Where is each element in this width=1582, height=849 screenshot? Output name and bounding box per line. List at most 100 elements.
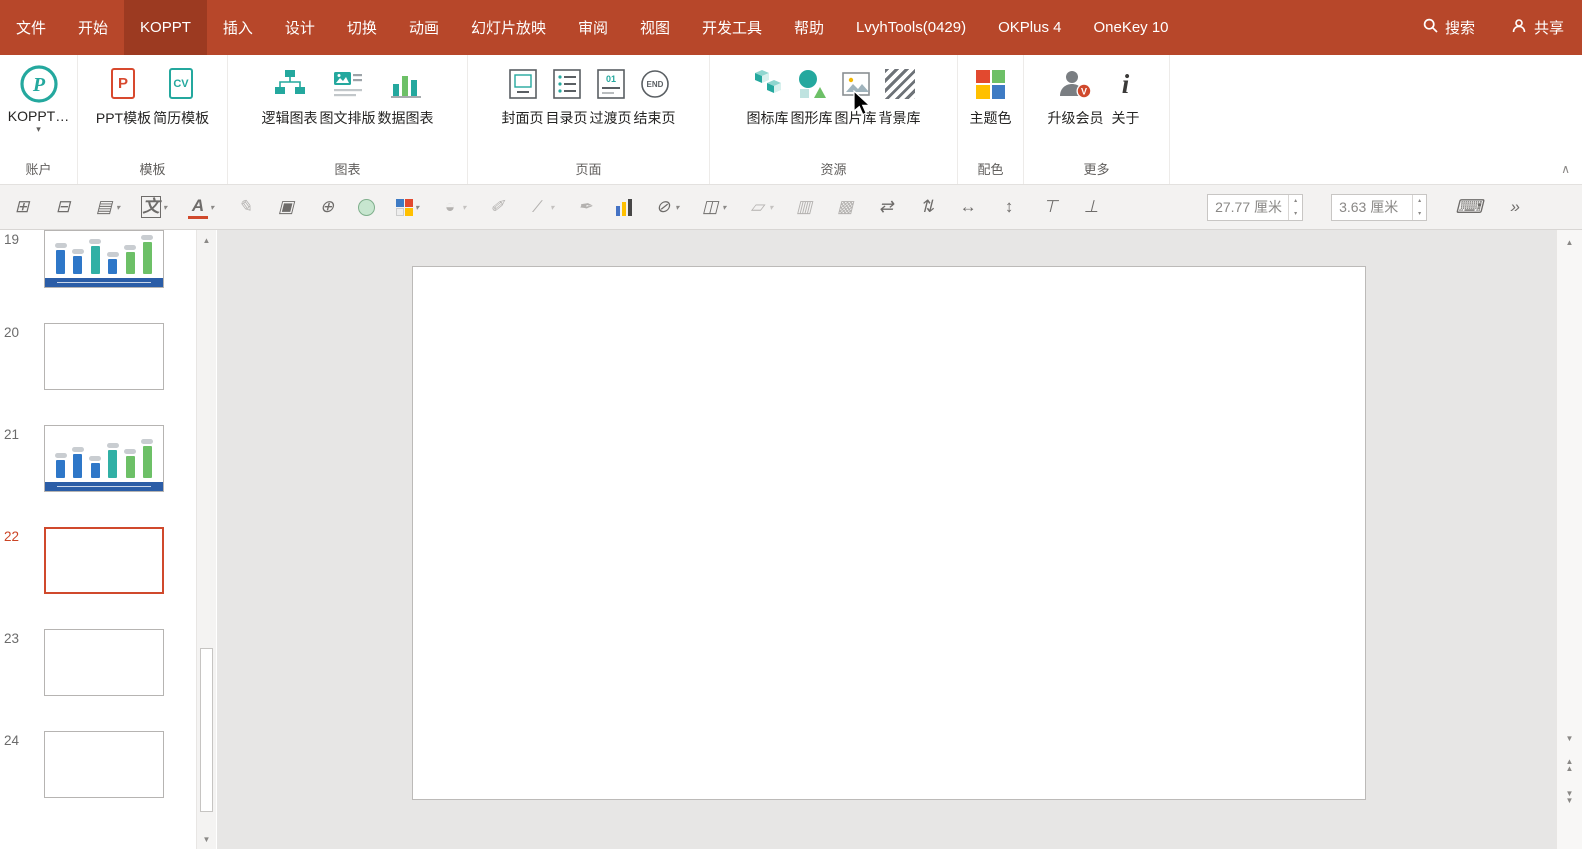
tab-slideshow[interactable]: 幻灯片放映	[455, 0, 562, 55]
swap-size-button[interactable]: ⇅	[917, 197, 937, 217]
tab-design[interactable]: 设计	[269, 0, 331, 55]
width-spinner[interactable]: ▴ ▾	[1288, 194, 1302, 220]
end-page-button[interactable]: END 结束页	[633, 61, 677, 130]
text-format-button[interactable]: 文 ▾	[141, 196, 167, 218]
tab-view[interactable]: 视图	[624, 0, 686, 55]
color-palette-button[interactable]: ▾	[396, 198, 419, 216]
text-box-icon: ▤	[95, 197, 113, 216]
height-spinner[interactable]: ▴ ▾	[1412, 194, 1426, 220]
toolbar-overflow-button[interactable]: »	[1511, 197, 1520, 217]
fill-color-button[interactable]: ◒ ▾	[440, 197, 466, 217]
ribbon-group-pages: 封面页 目录页 01 过渡页 END 结束页 页面	[468, 55, 710, 184]
picture-icon	[836, 63, 876, 105]
line-color-icon: ∕	[536, 197, 540, 216]
picture-paste-icon: ▣	[278, 197, 295, 216]
format-painter-button[interactable]: ✎	[235, 197, 255, 217]
bring-forward-button[interactable]: ▥	[794, 197, 814, 217]
about-button[interactable]: i 关于	[1105, 61, 1147, 130]
share-person-icon	[1511, 18, 1527, 38]
slide-thumbnail-20[interactable]	[44, 323, 164, 390]
tab-lvyhtools[interactable]: LvyhTools(0429)	[840, 0, 982, 55]
group-label-pages: 页面	[575, 162, 602, 177]
distribute-objects-icon: ⊟	[55, 197, 71, 216]
chevron-down-icon: ▾	[116, 202, 121, 212]
transition-page-button[interactable]: 01 过渡页	[589, 61, 633, 130]
chart-colors-button[interactable]	[616, 198, 633, 216]
logic-chart-button[interactable]: 逻辑图表	[261, 61, 319, 130]
bring-forward-icon: ▥	[796, 197, 813, 216]
pin-button[interactable]: ⊕	[317, 197, 337, 217]
cover-page-icon	[503, 63, 543, 105]
chart-colors-icon	[616, 198, 633, 216]
tab-review[interactable]: 审阅	[562, 0, 624, 55]
tab-home[interactable]: 开始	[62, 0, 124, 55]
same-width-button[interactable]: ↔	[958, 197, 978, 217]
scrollbar-thumb[interactable]	[200, 648, 213, 812]
slide-thumbnail-24[interactable]	[44, 731, 164, 798]
slide-thumbnail-23[interactable]	[44, 629, 164, 696]
current-slide-blank[interactable]	[412, 266, 1366, 800]
tab-developer[interactable]: 开发工具	[686, 0, 778, 55]
text-box-button[interactable]: ▤ ▾	[94, 197, 120, 217]
distribute-objects-button[interactable]: ⊟	[53, 197, 73, 217]
koppt-account-button[interactable]: P KOPPT… ▾	[7, 61, 70, 135]
picture-paste-button[interactable]: ▣	[276, 197, 296, 217]
slide-thumbnail-21[interactable]	[44, 425, 164, 492]
button-label: 背景库	[878, 110, 921, 126]
keyboard-button[interactable]: ⌨	[1455, 196, 1482, 219]
line-color-button[interactable]: ∕ ▾	[528, 197, 554, 217]
ppt-template-button[interactable]: P PPT模板	[95, 61, 152, 130]
shape-fill-swatch-button[interactable]	[358, 198, 376, 216]
thumbnail-panel-scrollbar[interactable]: ▲ ▼	[196, 230, 216, 849]
share-button[interactable]: 共享	[1493, 0, 1582, 55]
shape-library-button[interactable]: 图形库	[790, 61, 834, 130]
no-fill-icon: ⊘	[655, 197, 671, 216]
tab-file[interactable]: 文件	[0, 0, 62, 55]
send-backward-button[interactable]: ▩	[835, 197, 855, 217]
background-library-button[interactable]: 背景库	[878, 61, 922, 130]
slide-thumbnail-19[interactable]	[44, 230, 164, 288]
upgrade-member-button[interactable]: V 升级会员	[1047, 61, 1105, 130]
eyedropper-button[interactable]: ✐	[487, 197, 507, 217]
slide-thumbnail-22[interactable]	[44, 527, 164, 594]
tab-help[interactable]: 帮助	[778, 0, 840, 55]
no-fill-button[interactable]: ⊘ ▾	[653, 197, 679, 217]
previous-slide-button[interactable]: ▲ ▲	[1557, 758, 1582, 773]
scroll-up-arrow[interactable]: ▲	[1557, 234, 1582, 250]
layout-chart-button[interactable]: 图文排版	[319, 61, 377, 130]
koppt-logo-icon: P	[19, 63, 59, 105]
align-bottom-button[interactable]: ⊥	[1081, 197, 1101, 217]
data-chart-button[interactable]: 数据图表	[377, 61, 435, 130]
theme-color-button[interactable]: 主题色	[969, 61, 1013, 130]
scroll-down-arrow[interactable]: ▼	[197, 831, 216, 847]
ink-eyedropper-button[interactable]: ✒	[575, 197, 595, 217]
align-top-button[interactable]: ⊤	[1040, 197, 1060, 217]
font-color-button[interactable]: A ▾	[188, 196, 214, 219]
merge-shapes-button[interactable]: ◫ ▾	[700, 197, 726, 217]
tab-okplus[interactable]: OKPlus 4	[982, 0, 1077, 55]
tab-onekey[interactable]: OneKey 10	[1077, 0, 1184, 55]
tab-koppt[interactable]: KOPPT	[124, 0, 207, 55]
scroll-down-arrow[interactable]: ▼	[1557, 730, 1582, 746]
cover-page-button[interactable]: 封面页	[501, 61, 545, 130]
scroll-up-arrow[interactable]: ▲	[197, 232, 216, 248]
align-objects-button[interactable]: ⊞	[12, 197, 32, 217]
canvas-scrollbar[interactable]: ▲ ▼ ▲ ▲ ▼ ▼	[1556, 230, 1582, 849]
svg-text:V: V	[1080, 87, 1086, 97]
tab-transitions[interactable]: 切换	[331, 0, 393, 55]
cv-template-button[interactable]: CV 简历模板	[152, 61, 210, 130]
collapse-ribbon-icon[interactable]: ∧	[1561, 162, 1570, 176]
search-button[interactable]: 搜索	[1405, 0, 1493, 55]
font-color-icon: A	[188, 196, 209, 219]
swap-position-button[interactable]: ⇄	[876, 197, 896, 217]
same-height-icon: ↕	[1004, 197, 1014, 216]
align-top-icon: ⊤	[1042, 197, 1058, 216]
icon-library-button[interactable]: 图标库	[746, 61, 790, 130]
image-library-button[interactable]: 图片库	[834, 61, 878, 130]
tab-animations[interactable]: 动画	[393, 0, 455, 55]
same-height-button[interactable]: ↕	[999, 197, 1019, 217]
tab-insert[interactable]: 插入	[207, 0, 269, 55]
next-slide-button[interactable]: ▼ ▼	[1557, 790, 1582, 805]
toc-page-button[interactable]: 目录页	[545, 61, 589, 130]
skew-shape-button[interactable]: ▱ ▾	[747, 197, 774, 217]
